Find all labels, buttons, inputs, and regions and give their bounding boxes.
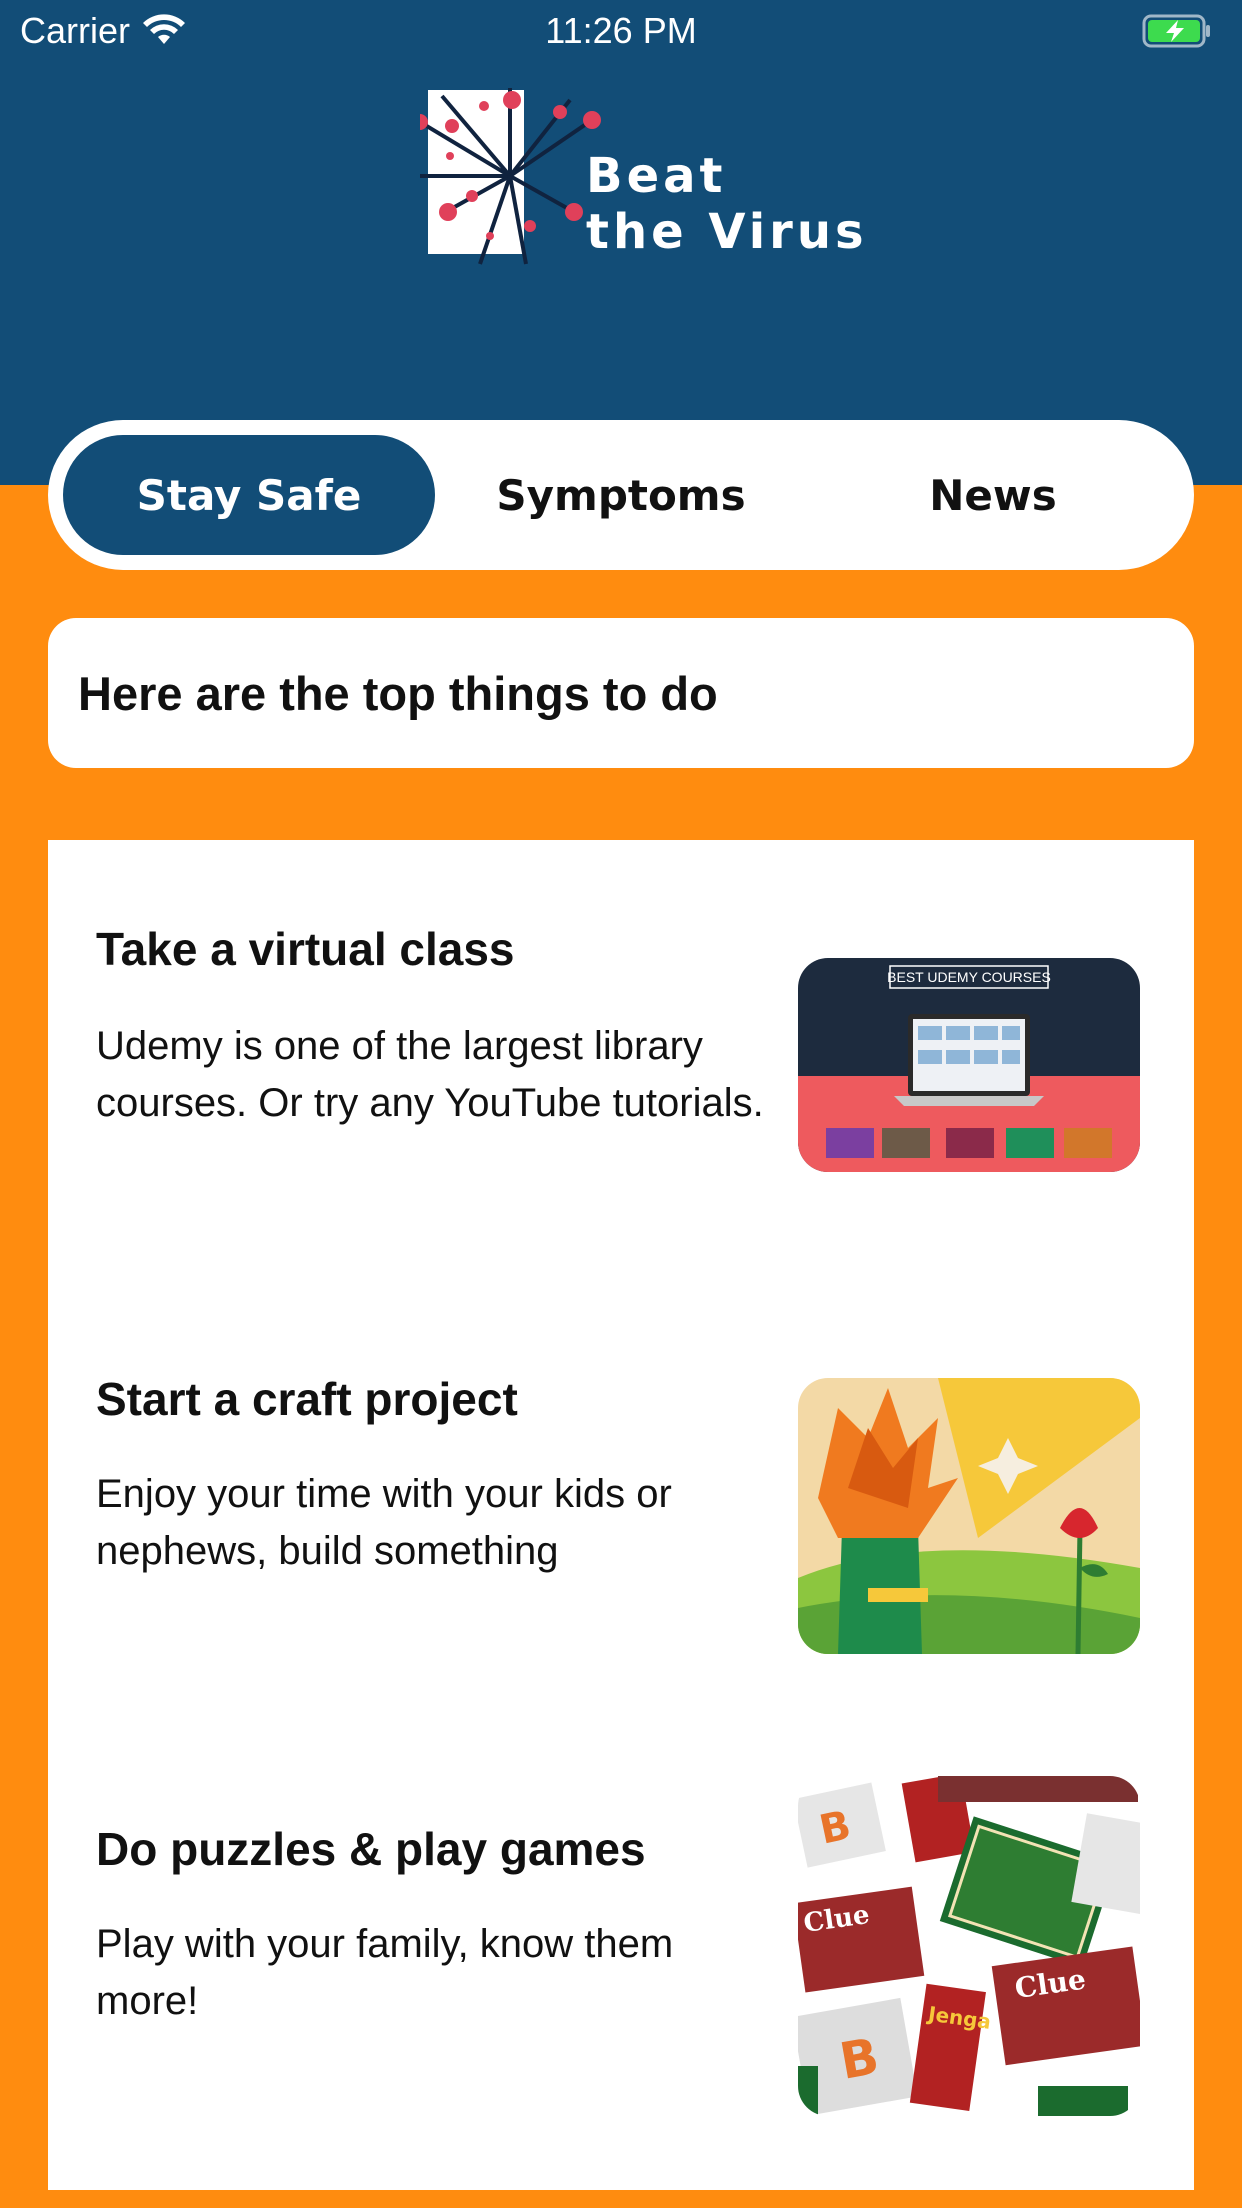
tab-symptoms[interactable]: Symptoms bbox=[435, 435, 807, 555]
tab-news[interactable]: News bbox=[807, 435, 1179, 555]
craft-project-image bbox=[798, 1378, 1140, 1654]
item-title: Start a craft project bbox=[96, 1373, 518, 1425]
virtual-class-image: BEST UDEMY COURSES bbox=[798, 958, 1140, 1172]
status-time: 11:26 PM bbox=[545, 10, 697, 51]
image-caption: BEST UDEMY COURSES bbox=[887, 969, 1051, 985]
logo-text: Beat the Virus bbox=[586, 148, 868, 260]
status-bar: Carrier 11:26 PM bbox=[0, 0, 1242, 64]
item-description: Play with your family, know them more! bbox=[96, 1922, 674, 2023]
list-item-craft-project[interactable]: Start a craft project Enjoy your time wi… bbox=[48, 1280, 1194, 1740]
intro-heading: Here are the top things to do bbox=[48, 618, 1194, 768]
item-title: Do puzzles & play games bbox=[96, 1823, 646, 1875]
battery-charging-icon bbox=[1142, 14, 1210, 48]
list-item-virtual-class[interactable]: Take a virtual class Udemy is one of the… bbox=[48, 840, 1194, 1280]
item-title: Take a virtual class bbox=[96, 923, 515, 975]
tab-stay-safe[interactable]: Stay Safe bbox=[63, 435, 435, 555]
logo-text-line1: Beat bbox=[586, 148, 727, 204]
item-description: Enjoy your time with your kids or nephew… bbox=[96, 1472, 672, 1573]
item-description: Udemy is one of the largest library cour… bbox=[96, 1024, 764, 1125]
list-item-puzzles-games[interactable]: Do puzzles & play games Play with your f… bbox=[48, 1740, 1194, 2190]
logo-text-line2: the Virus bbox=[586, 204, 868, 260]
section-tabs: Stay Safe Symptoms News bbox=[48, 420, 1194, 570]
puzzles-games-image: B Clue B Jenga Clue bbox=[798, 1776, 1140, 2116]
things-to-do-list: Take a virtual class Udemy is one of the… bbox=[48, 840, 1194, 2190]
